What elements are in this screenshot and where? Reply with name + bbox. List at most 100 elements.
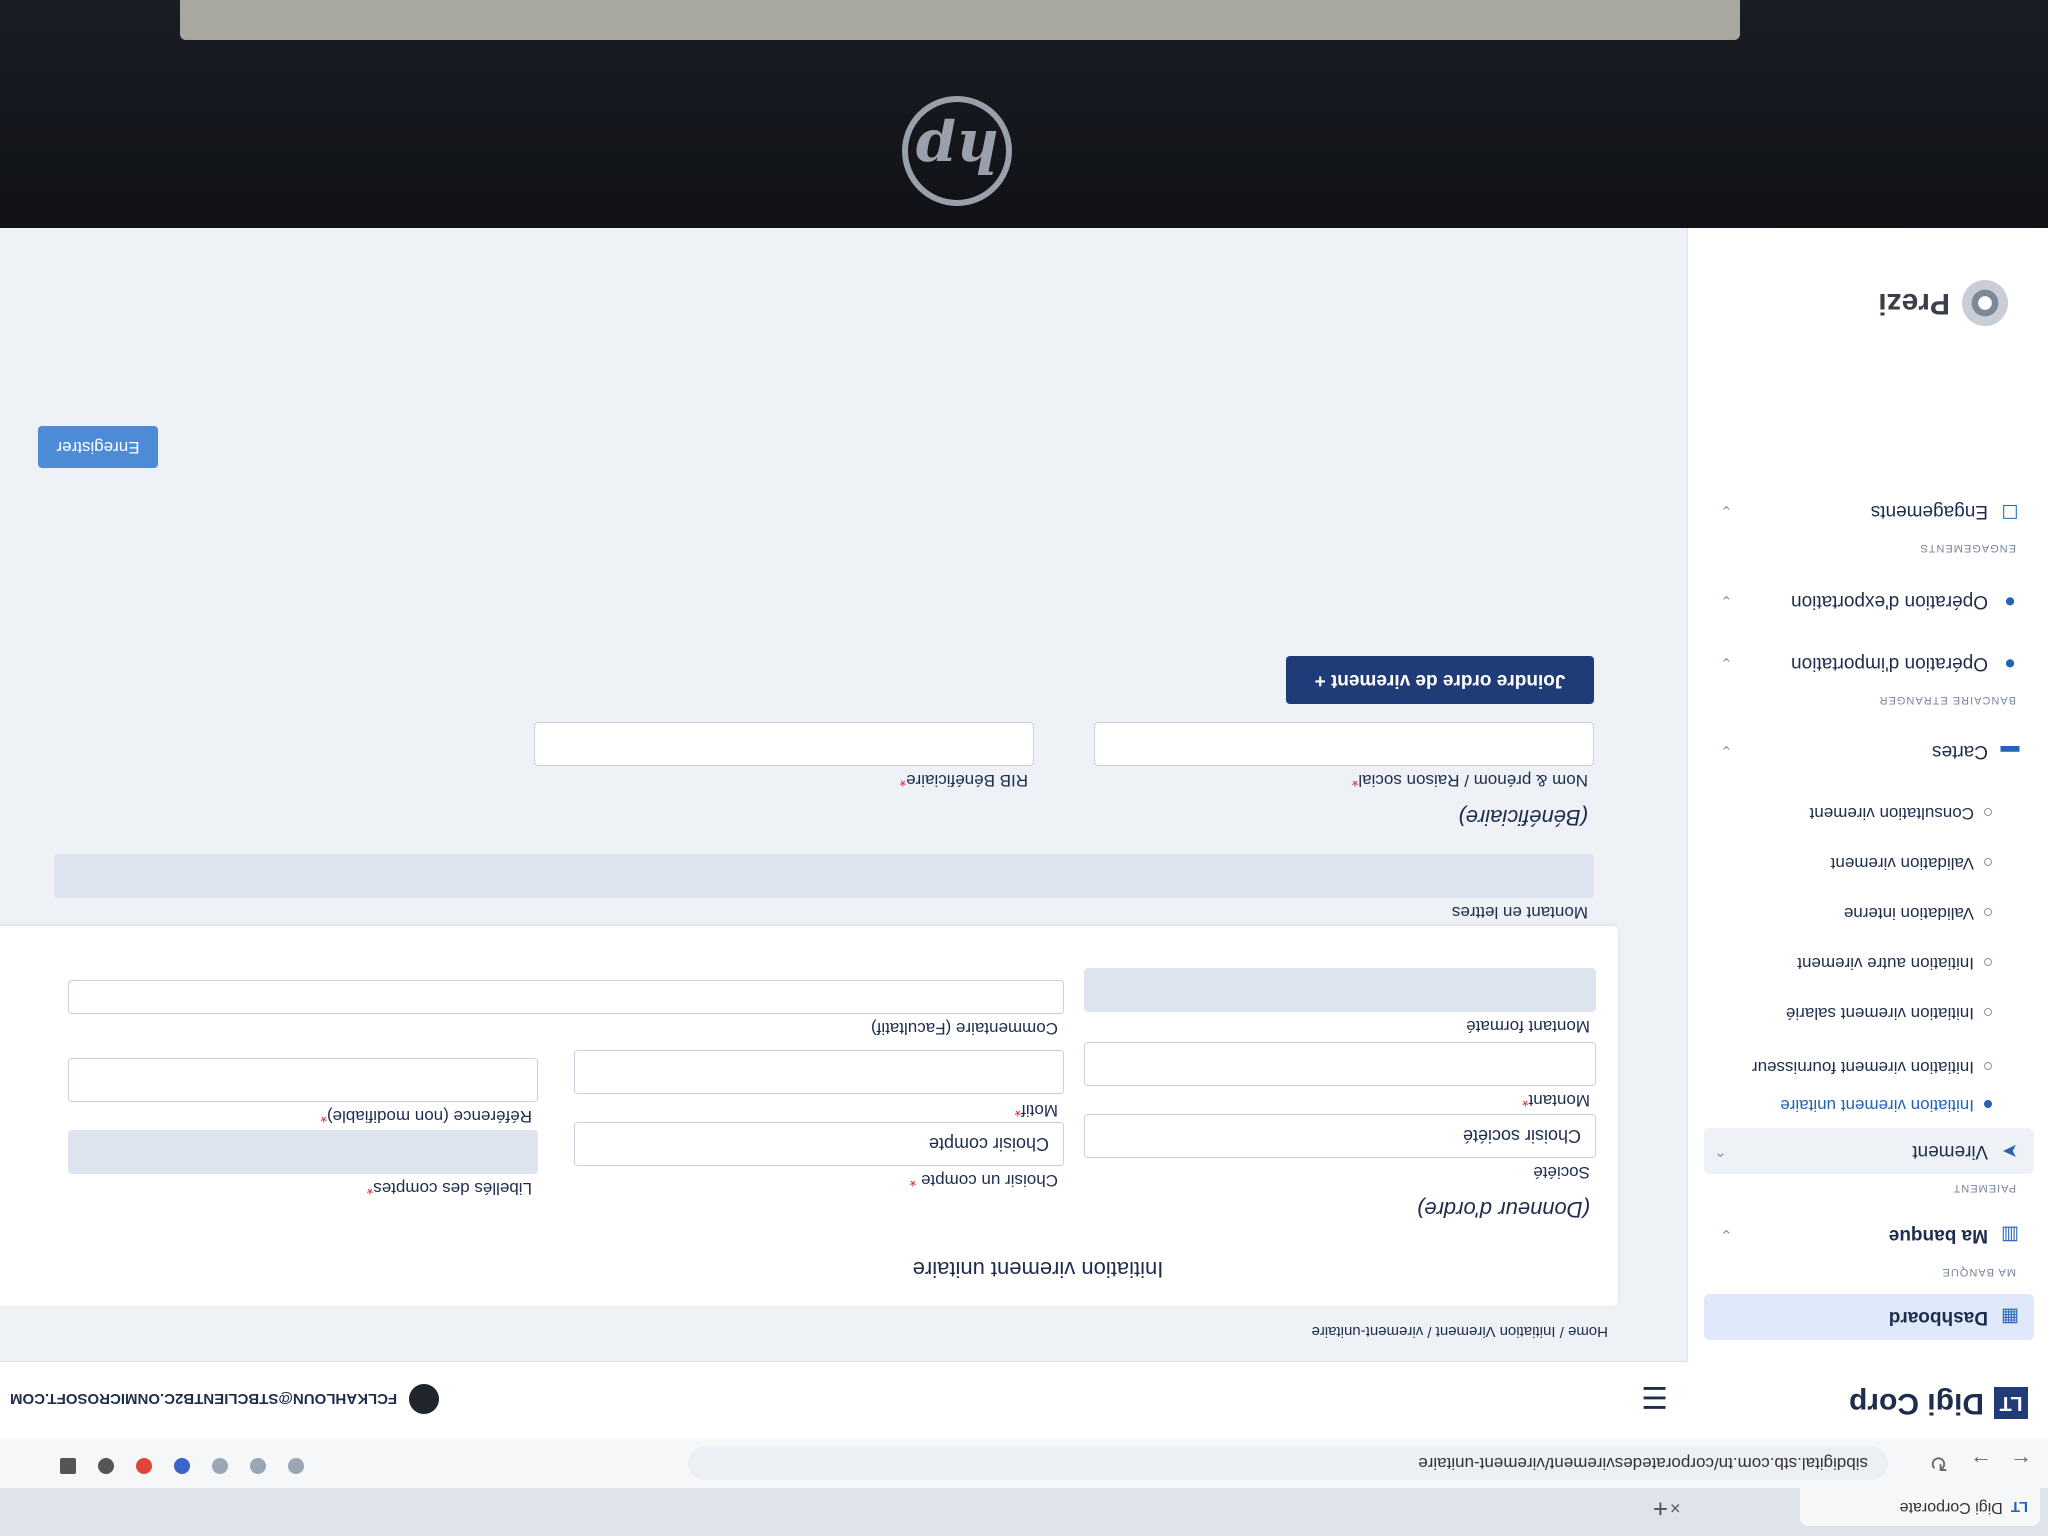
tab-close-icon[interactable]: × [1670, 1497, 1681, 1518]
card-icon: ▬ [2000, 741, 2020, 762]
sidebar-sub-virement-fournisseur[interactable]: Initiation virement fournisseur [1732, 1056, 1992, 1078]
sidebar-sub-virement-salarie[interactable]: Initiation virement salarié [1732, 1002, 1992, 1024]
section-engagements: ENGAGEMENTS [1919, 542, 2016, 554]
sidebar-item-ma-banque[interactable]: ▥ Ma banque ⌄ [1710, 1212, 2020, 1258]
required-mark: * [1014, 1101, 1022, 1120]
brand-logo-icon: LT [1994, 1387, 2028, 1419]
libelles-field [68, 1130, 538, 1174]
chevron-down-icon: ⌄ [1720, 654, 1733, 671]
sidebar-sub-validation-virement[interactable]: Validation virement [1732, 852, 1992, 874]
browser-tab[interactable]: LT Digi Corporate × [1670, 1488, 2040, 1526]
document-icon: ☐ [2001, 500, 2019, 522]
societe-label: Société [1533, 1163, 1590, 1182]
montant-input[interactable] [1084, 1042, 1596, 1086]
sidebar-item-label: Cartes [1932, 741, 1988, 762]
sidebar-item-label: Engagements [1870, 501, 1988, 522]
back-arrow-icon[interactable]: ← [2010, 1450, 2032, 1476]
section-ma-banque: MA BANQUE [1941, 1266, 2016, 1278]
commentaire-textarea[interactable] [68, 980, 1064, 1014]
sidebar-sub-autre-virement[interactable]: Initiation autre virement [1732, 952, 1992, 974]
new-tab-button[interactable]: + [1653, 1493, 1668, 1524]
sidebar-item-cartes[interactable]: ▬ Cartes ⌄ [1710, 728, 2020, 774]
sidepanel-icon[interactable] [60, 1458, 76, 1474]
extension-icon[interactable] [288, 1458, 304, 1474]
avatar [409, 1384, 440, 1414]
save-button[interactable]: Enregistrer [38, 426, 158, 468]
compte-select[interactable]: Choisir compte [574, 1122, 1064, 1166]
libelles-label-text: Libellés des comptes [373, 1179, 532, 1198]
sidebar-item-engagements[interactable]: ☐ Engagements ⌄ [1710, 488, 2020, 534]
reference-label-text: Référence (non modifiable) [326, 1107, 532, 1126]
url-text: sibdigital.stb.com.tn/corporatedesvireme… [1418, 1454, 1868, 1473]
compte-label: Choisir un compte * [910, 1170, 1058, 1190]
sidebar-item-label: Dashboard [1888, 1307, 1988, 1328]
import-icon: ● [2004, 653, 2016, 674]
extension-icons [60, 1458, 304, 1474]
required-mark: * [909, 1171, 917, 1190]
keyboard-lip [180, 0, 1740, 40]
societe-value: Choisir société [1462, 1126, 1581, 1147]
sub-item-label: Validation virement [1830, 854, 1974, 873]
sidebar-item-label: Virement [1912, 1141, 1988, 1162]
sidebar-item-virement[interactable]: ➤ Virement ⌃ [1704, 1128, 2034, 1174]
page-title: Initiation virement unitaire [912, 1257, 1164, 1282]
extension-icon[interactable] [174, 1458, 190, 1474]
photo-scene: hp LT Digi Corporate × + ← → ↻ sibdigita… [0, 0, 2048, 1536]
extension-icon[interactable] [250, 1458, 266, 1474]
export-icon: ● [2004, 591, 2016, 612]
extension-icon[interactable] [212, 1458, 228, 1474]
url-field[interactable]: sibdigital.stb.com.tn/corporatedesvireme… [688, 1446, 1888, 1480]
forward-arrow-icon[interactable]: → [1970, 1450, 1992, 1476]
societe-select[interactable]: Choisir société [1084, 1114, 1596, 1158]
reload-icon[interactable]: ↻ [1930, 1450, 1948, 1476]
sub-item-label: Validation interne [1843, 904, 1974, 923]
montant-label: Montant* [1522, 1090, 1590, 1110]
prezi-overlay[interactable]: Prezi [1878, 280, 2008, 326]
menu-toggle-icon[interactable]: ☰ [1641, 1379, 1668, 1414]
send-icon: ➤ [2002, 1140, 2018, 1162]
rib-input[interactable] [534, 722, 1034, 766]
transfer-form-card: Initiation virement unitaire (Donneur d'… [0, 926, 1618, 1306]
extension-icon[interactable] [136, 1458, 152, 1474]
sub-item-label: Initiation virement salarié [1785, 1004, 1974, 1023]
required-mark: * [366, 1179, 374, 1198]
joindre-ordre-button[interactable]: Joindre ordre de virement + [1286, 656, 1594, 704]
sidebar-item-dashboard[interactable]: ▦ Dashboard [1704, 1294, 2034, 1340]
chevron-up-icon: ⌃ [1714, 1142, 1727, 1159]
prezi-label: Prezi [1878, 287, 1950, 320]
required-mark: * [899, 771, 907, 790]
montant-lettres-field [54, 854, 1594, 898]
required-mark: * [320, 1107, 327, 1126]
compte-value: Choisir compte [928, 1134, 1049, 1155]
sidebar-item-importation[interactable]: ● Opération d'importation ⌄ [1710, 640, 2020, 686]
sidebar-sub-virement-unitaire[interactable]: Initiation virement unitaire [1732, 1094, 1992, 1116]
sidebar-sub-consultation[interactable]: Consultation virement [1732, 802, 1992, 824]
motif-label-text: Motif [1021, 1101, 1058, 1120]
montant-formate-field [1084, 968, 1596, 1012]
user-email: FCLKAHLOUN@STBCLIENTB2C.ONMICROSOFT.COM [10, 1390, 398, 1408]
reference-label: Référence (non modifiable)* [320, 1106, 532, 1126]
sub-item-label: Consultation virement [1809, 804, 1974, 823]
puzzle-icon[interactable] [98, 1458, 114, 1474]
motif-input[interactable] [574, 1050, 1064, 1094]
user-menu[interactable]: FCLKAHLOUN@STBCLIENTB2C.ONMICROSOFT.COM [10, 1384, 440, 1414]
bullet-icon [1984, 1100, 1992, 1108]
sidebar-item-exportation[interactable]: ● Opération d'exportation ⌄ [1710, 578, 2020, 624]
sub-item-label: Initiation virement fournisseur [1751, 1058, 1974, 1077]
grid-icon: ▦ [2001, 1306, 2019, 1328]
nom-input[interactable] [1094, 722, 1594, 766]
bullet-icon [1984, 808, 1992, 816]
montant-formate-label: Montant formaté [1466, 1017, 1590, 1036]
brand[interactable]: LT Digi Corp [1849, 1386, 2028, 1420]
bullet-icon [1984, 1062, 1992, 1070]
laptop-bezel: hp [0, 0, 2048, 240]
tab-title: Digi Corporate [1899, 1499, 2003, 1516]
tab-favicon: LT [2010, 1498, 2028, 1516]
required-mark: * [1521, 1091, 1529, 1110]
chevron-down-icon: ⌄ [1720, 502, 1733, 519]
prezi-logo-icon [1962, 280, 2008, 326]
bullet-icon [1984, 1008, 1992, 1016]
brand-name: Digi Corp [1849, 1387, 1984, 1420]
sidebar-sub-validation-interne[interactable]: Validation interne [1732, 902, 1992, 924]
bullet-icon [1984, 858, 1992, 866]
